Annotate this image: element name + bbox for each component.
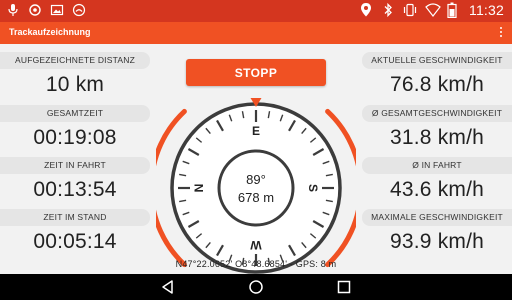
stat-label: AUFGEZEICHNETE DISTANZ (0, 52, 150, 69)
stat-label: Ø GESAMTGESCHWINDIGKEIT (362, 105, 512, 122)
app-title: Trackaufzeichnung (9, 27, 91, 37)
stat-value: 43.6 km/h (389, 178, 484, 201)
cardinal-east: E (252, 124, 260, 138)
app-bar: Trackaufzeichnung (0, 22, 512, 44)
microphone-icon (6, 3, 20, 17)
gps-coordinates: N47°22.0652' O8°48.6854' - GPS: 8 m (175, 259, 337, 269)
stat-stopped-time: ZEIT IM STAND 00:05:14 (0, 209, 150, 254)
cardinal-north: N (192, 184, 206, 193)
distance-readout: 678 m (238, 190, 274, 205)
stat-label: AKTUELLE GESCHWINDIGKEIT (362, 52, 512, 69)
heading-readout: 89° (246, 172, 266, 187)
stat-current-speed: AKTUELLE GESCHWINDIGKEIT 76.8 km/h (362, 52, 512, 97)
stat-value: 00:13:54 (33, 178, 117, 201)
location-pin-icon (359, 2, 373, 18)
status-bar: 11:32 (0, 0, 512, 22)
battery-icon (447, 2, 461, 19)
wifi-icon (425, 2, 441, 18)
stat-average-moving-speed: Ø IN FAHRT 43.6 km/h (362, 157, 512, 202)
stat-label: ZEIT IN FAHRT (0, 157, 150, 174)
stat-value: 93.9 km/h (389, 230, 484, 253)
whatsapp-icon (28, 3, 42, 17)
stat-label: GESAMTZEIT (0, 105, 150, 122)
navigation-bar (0, 274, 512, 300)
stat-value: 31.8 km/h (389, 126, 484, 149)
recents-icon[interactable] (336, 279, 352, 295)
image-icon (50, 3, 64, 17)
stat-moving-time: ZEIT IN FAHRT 00:13:54 (0, 157, 150, 202)
compass-inner-ring (217, 149, 295, 227)
stat-value: 00:05:14 (33, 230, 117, 253)
back-icon[interactable] (160, 279, 176, 295)
stat-value: 10 km (45, 73, 105, 96)
bluetooth-icon (381, 2, 395, 18)
stat-value: 76.8 km/h (389, 73, 484, 96)
stat-label: ZEIT IM STAND (0, 209, 150, 226)
stat-recorded-distance: AUFGEZEICHNETE DISTANZ 10 km (0, 52, 150, 97)
vibrate-icon (403, 2, 417, 18)
stat-max-speed: MAXIMALE GESCHWINDIGKEIT 93.9 km/h (362, 209, 512, 254)
cardinal-south: S (306, 184, 320, 192)
home-icon[interactable] (248, 279, 264, 295)
android-debug-icon (72, 3, 86, 17)
stat-label: Ø IN FAHRT (362, 157, 512, 174)
stat-value: 00:19:08 (33, 126, 117, 149)
track-recording-panel: AUFGEZEICHNETE DISTANZ 10 km GESAMTZEIT … (0, 44, 512, 274)
system-icons: 11:32 (359, 2, 504, 19)
stat-total-time: GESAMTZEIT 00:19:08 (0, 105, 150, 150)
stat-label: MAXIMALE GESCHWINDIGKEIT (362, 209, 512, 226)
stat-average-speed: Ø GESAMTGESCHWINDIGKEIT 31.8 km/h (362, 105, 512, 150)
notification-icons (6, 3, 86, 17)
status-clock: 11:32 (469, 2, 504, 18)
overflow-menu-icon[interactable] (496, 25, 506, 41)
cardinal-west: W (250, 238, 262, 252)
stop-button[interactable]: STOPP (186, 59, 326, 86)
compass-dial: N E S W 89° 678 m (156, 98, 356, 274)
